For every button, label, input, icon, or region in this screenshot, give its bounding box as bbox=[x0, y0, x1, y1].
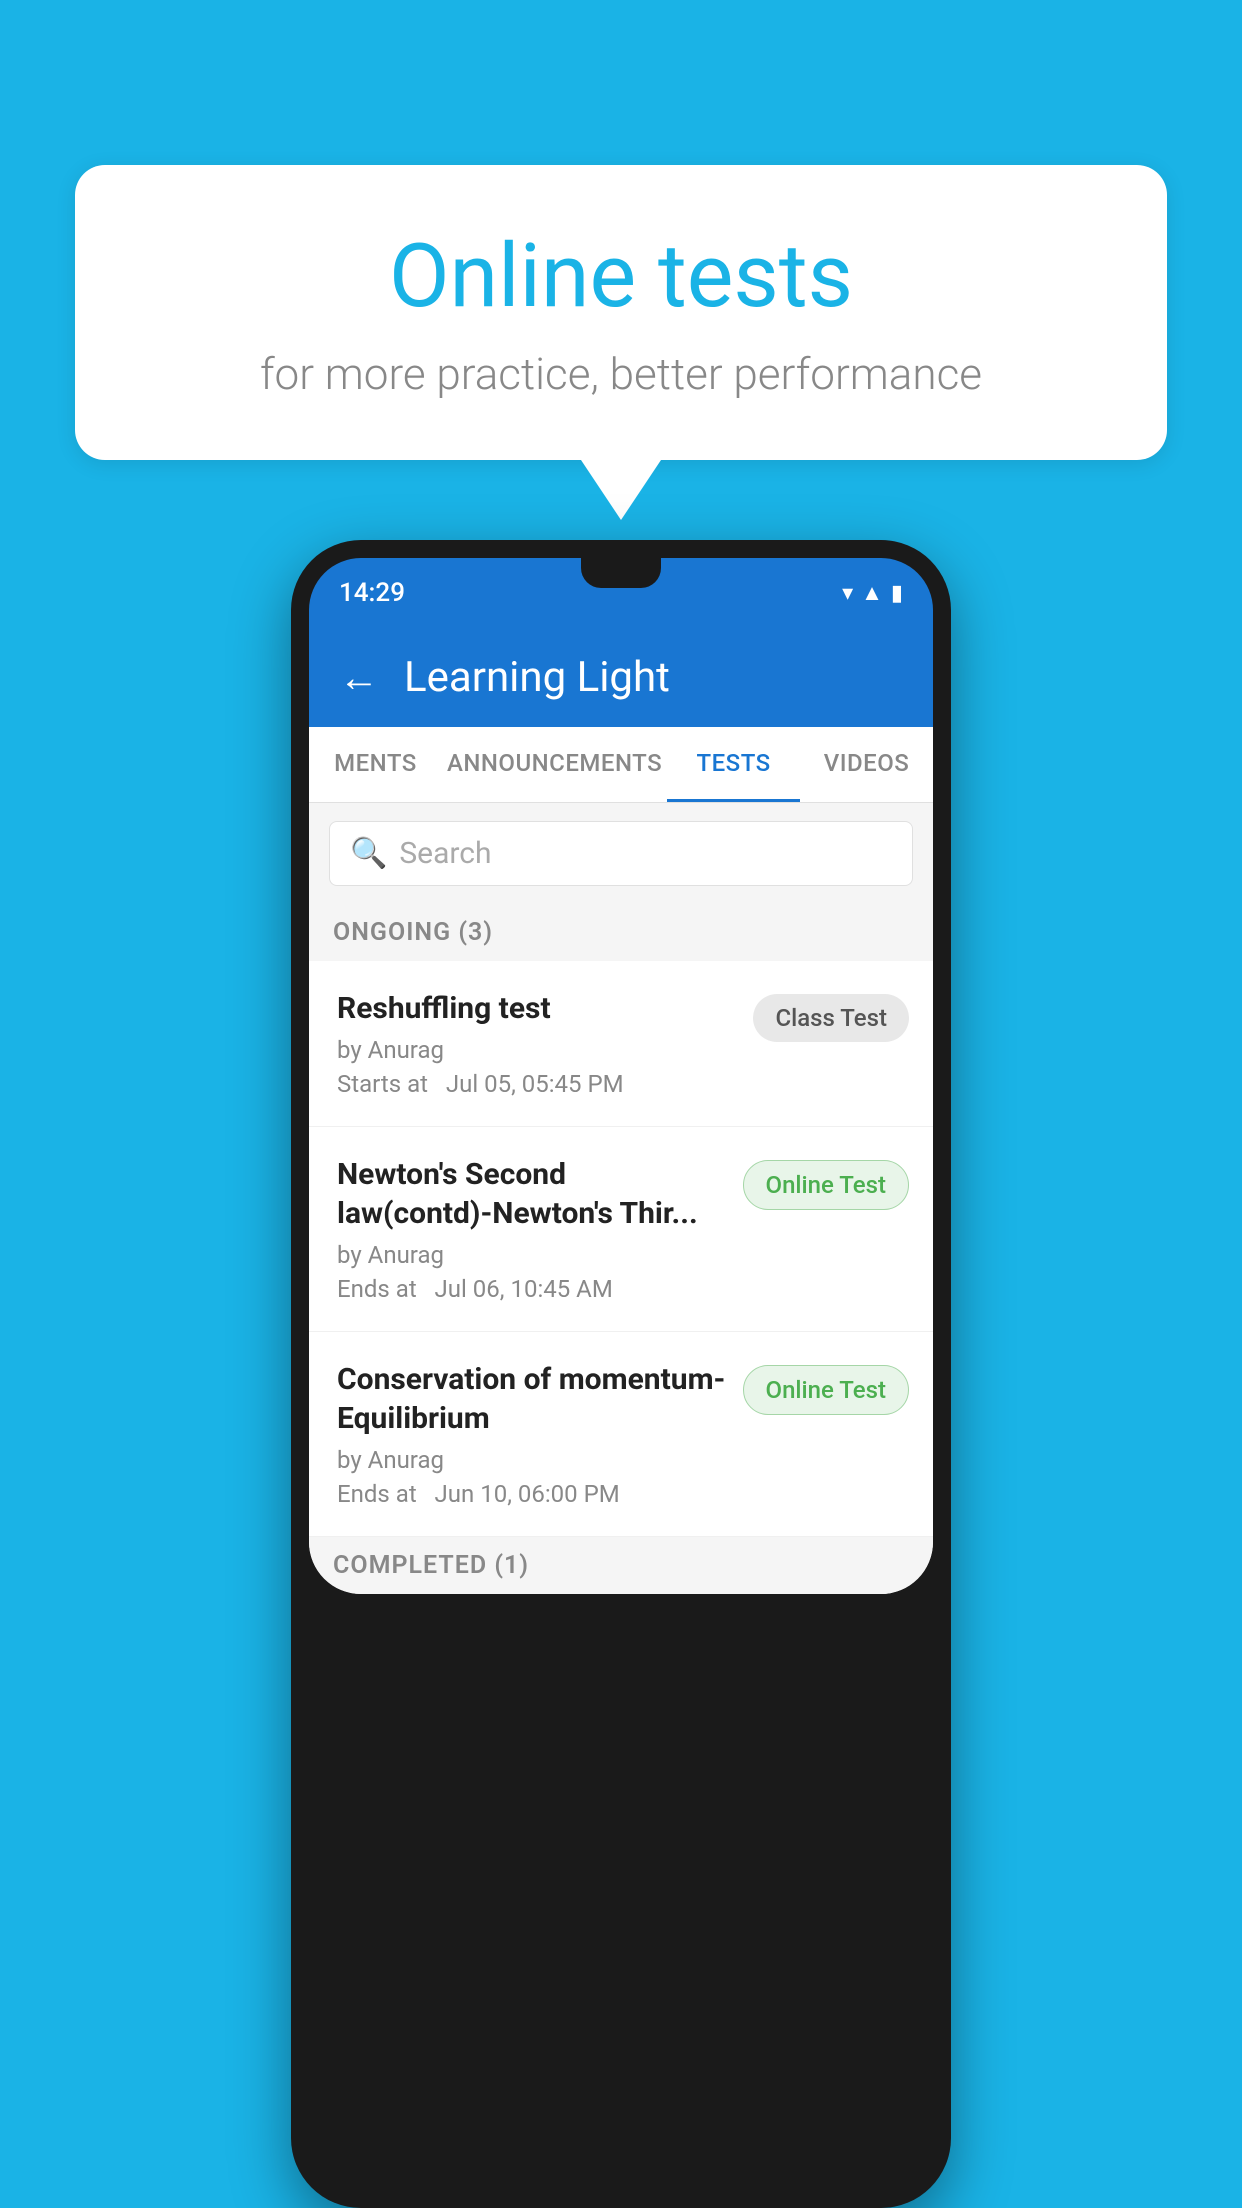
test-time-label-0: Starts at bbox=[337, 1070, 428, 1098]
search-placeholder-text: Search bbox=[399, 836, 491, 871]
status-bar: 14:29 ▾ ▲ ▮ bbox=[309, 558, 933, 628]
tab-tests[interactable]: TESTS bbox=[667, 727, 800, 802]
wifi-icon: ▾ bbox=[842, 581, 853, 606]
ongoing-title: ONGOING (3) bbox=[333, 918, 493, 947]
bubble-arrow bbox=[581, 460, 661, 520]
search-container: 🔍 Search bbox=[309, 803, 933, 904]
test-info-newtons: Newton's Second law(contd)-Newton's Thir… bbox=[337, 1155, 743, 1303]
badge-conservation: Online Test bbox=[743, 1365, 909, 1415]
search-box[interactable]: 🔍 Search bbox=[329, 821, 913, 886]
bubble-subtitle: for more practice, better performance bbox=[155, 348, 1087, 400]
test-name-reshuffling: Reshuffling test bbox=[337, 989, 738, 1028]
test-time-value-1: Jul 06, 10:45 AM bbox=[435, 1275, 613, 1303]
test-by-reshuffling: by Anurag bbox=[337, 1036, 738, 1064]
search-icon: 🔍 bbox=[350, 836, 387, 871]
tabs-bar: MENTS ANNOUNCEMENTS TESTS VIDEOS bbox=[309, 727, 933, 803]
badge-reshuffling: Class Test bbox=[753, 994, 909, 1042]
status-time: 14:29 bbox=[339, 578, 405, 608]
test-time-value-2: Jun 10, 06:00 PM bbox=[435, 1480, 620, 1508]
completed-section-header: COMPLETED (1) bbox=[309, 1537, 933, 1594]
phone-notch bbox=[581, 558, 661, 588]
test-time-value-0: Jul 05, 05:45 PM bbox=[446, 1070, 624, 1098]
phone-frame: 14:29 ▾ ▲ ▮ ← Learning Light MENTS ANNOU… bbox=[291, 540, 951, 2208]
app-title: Learning Light bbox=[404, 653, 670, 702]
test-info-conservation: Conservation of momentum-Equilibrium by … bbox=[337, 1360, 743, 1508]
back-button[interactable]: ← bbox=[339, 654, 379, 701]
badge-newtons: Online Test bbox=[743, 1160, 909, 1210]
battery-icon: ▮ bbox=[891, 581, 903, 606]
test-by-conservation: by Anurag bbox=[337, 1446, 728, 1474]
test-time-label-2: Ends at bbox=[337, 1480, 417, 1508]
app-header: ← Learning Light bbox=[309, 628, 933, 727]
test-name-newtons: Newton's Second law(contd)-Newton's Thir… bbox=[337, 1155, 728, 1233]
test-item-newtons[interactable]: Newton's Second law(contd)-Newton's Thir… bbox=[309, 1127, 933, 1332]
bubble-title: Online tests bbox=[155, 225, 1087, 328]
phone-wrapper: 14:29 ▾ ▲ ▮ ← Learning Light MENTS ANNOU… bbox=[75, 540, 1167, 2208]
speech-bubble-section: Online tests for more practice, better p… bbox=[75, 165, 1167, 520]
speech-bubble: Online tests for more practice, better p… bbox=[75, 165, 1167, 460]
test-by-newtons: by Anurag bbox=[337, 1241, 728, 1269]
completed-title: COMPLETED (1) bbox=[333, 1551, 529, 1580]
signal-icon: ▲ bbox=[861, 580, 883, 606]
test-time-reshuffling: Starts at Jul 05, 05:45 PM bbox=[337, 1070, 738, 1098]
tab-ments[interactable]: MENTS bbox=[309, 727, 442, 802]
tab-videos[interactable]: VIDEOS bbox=[800, 727, 933, 802]
ongoing-section-header: ONGOING (3) bbox=[309, 904, 933, 961]
phone-screen: ← Learning Light MENTS ANNOUNCEMENTS TES… bbox=[309, 628, 933, 1594]
test-item-reshuffling[interactable]: Reshuffling test by Anurag Starts at Jul… bbox=[309, 961, 933, 1127]
test-info-reshuffling: Reshuffling test by Anurag Starts at Jul… bbox=[337, 989, 753, 1098]
test-time-label-1: Ends at bbox=[337, 1275, 417, 1303]
test-time-newtons: Ends at Jul 06, 10:45 AM bbox=[337, 1275, 728, 1303]
test-name-conservation: Conservation of momentum-Equilibrium bbox=[337, 1360, 728, 1438]
test-time-conservation: Ends at Jun 10, 06:00 PM bbox=[337, 1480, 728, 1508]
status-icons: ▾ ▲ ▮ bbox=[842, 580, 903, 606]
test-item-conservation[interactable]: Conservation of momentum-Equilibrium by … bbox=[309, 1332, 933, 1537]
tab-announcements[interactable]: ANNOUNCEMENTS bbox=[442, 727, 667, 802]
